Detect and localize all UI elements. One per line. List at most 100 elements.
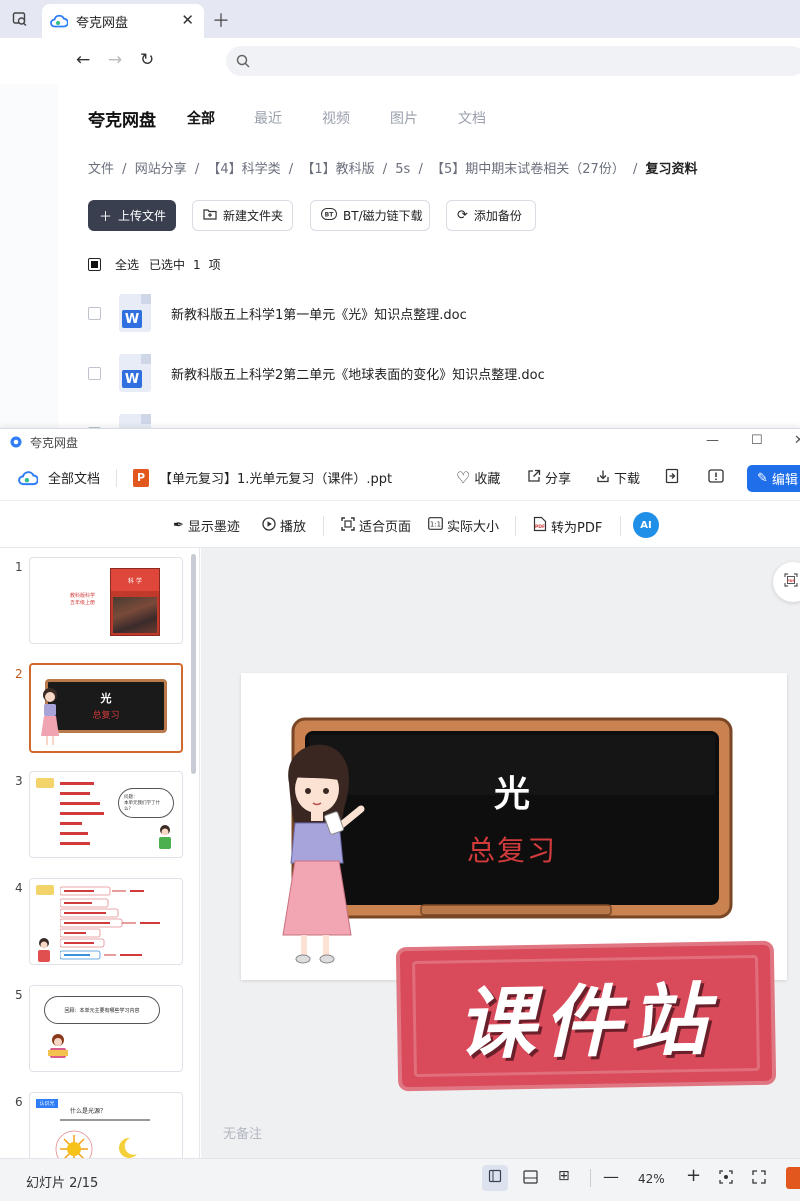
watermark-text: 课件站: [456, 975, 716, 1071]
current-slide: 光 总复习: [241, 673, 787, 980]
maximize-icon[interactable]: ☐: [751, 433, 763, 448]
fullscreen-icon[interactable]: [752, 1170, 766, 1188]
thumbnail-scrollbar[interactable]: [191, 554, 196, 774]
zoom-level[interactable]: 42%: [638, 1172, 665, 1186]
pdf-export-float-button[interactable]: PDF: [773, 562, 800, 602]
file-checkbox[interactable]: [88, 306, 101, 320]
thumb-text-line: [60, 1119, 150, 1121]
new-folder-button[interactable]: 新建文件夹: [192, 200, 293, 231]
breadcrumb-item[interactable]: 【4】科学类: [207, 162, 280, 177]
report-icon[interactable]: [708, 468, 724, 487]
teacher-illustration: [41, 688, 59, 745]
normal-view-button[interactable]: [482, 1165, 508, 1191]
file-checkbox[interactable]: [88, 366, 101, 380]
grid-view-icon[interactable]: ⊞: [558, 1168, 570, 1184]
save-to-drive-icon[interactable]: [665, 468, 679, 488]
slide-thumbnail-4[interactable]: [29, 878, 183, 965]
select-all-label[interactable]: 全选: [115, 256, 139, 273]
close-window-icon[interactable]: ✕: [794, 433, 800, 448]
slide-thumbnail-3[interactable]: 问题： 本单元我们学了什么？: [29, 771, 183, 858]
notes-view-icon[interactable]: [523, 1170, 538, 1188]
teacher-illustration: [282, 744, 365, 964]
viewer-titlebar: 夸克网盘 — ☐ ✕: [0, 429, 800, 455]
convert-pdf-button[interactable]: PDF 转为PDF: [533, 516, 602, 536]
forward-arrow-icon[interactable]: →: [108, 50, 122, 70]
divider: [116, 468, 118, 487]
download-label: 下载: [614, 472, 641, 487]
share-label: 分享: [545, 472, 572, 487]
tab-images[interactable]: 图片: [390, 108, 418, 128]
tab-search-icon[interactable]: [6, 6, 34, 32]
breadcrumb-item[interactable]: 文件: [88, 162, 114, 177]
thumbnail-number: 6: [15, 1095, 23, 1109]
ppt-app-icon[interactable]: [786, 1167, 800, 1189]
share-button[interactable]: 分享: [527, 468, 571, 487]
selected-prefix: 已选中: [149, 258, 186, 272]
bt-download-button[interactable]: BT BT/磁力链下载: [310, 200, 430, 231]
pen-icon: ✎: [757, 471, 768, 486]
actual-size-button[interactable]: 1:1 实际大小: [428, 516, 499, 535]
slide-thumbnail-6[interactable]: 认识光 什么是光源？: [29, 1092, 183, 1158]
breadcrumb-item[interactable]: 网站分享: [135, 162, 187, 177]
download-button[interactable]: 下载: [596, 468, 640, 487]
browser-tab-quark[interactable]: 夸克网盘 ✕: [42, 4, 204, 38]
back-arrow-icon[interactable]: ←: [76, 50, 90, 70]
file-name[interactable]: 新教科版五上科学2第二单元《地球表面的变化》知识点整理.doc: [171, 364, 545, 383]
sync-icon: ⟳: [457, 208, 468, 223]
ppt-file-icon: P: [133, 468, 150, 487]
play-label: 播放: [280, 520, 307, 535]
breadcrumb-item[interactable]: 5s: [395, 162, 410, 177]
file-name[interactable]: 新教科版五上科学1第一单元《光》知识点整理.doc: [171, 304, 467, 323]
tab-all[interactable]: 全部: [187, 108, 215, 128]
zoom-out-icon[interactable]: —: [603, 1167, 619, 1186]
show-ink-button[interactable]: ✒ 显示墨迹: [173, 516, 240, 535]
close-tab-icon[interactable]: ✕: [181, 11, 194, 29]
file-row[interactable]: W 新教科版五上科学2第二单元《地球表面的变化》知识点整理.doc: [88, 348, 545, 398]
all-docs-link[interactable]: 全部文档: [48, 468, 100, 487]
cloud-logo-icon: [18, 470, 38, 486]
slide-thumbnail-5[interactable]: 回顾：本单元主要有哪些学习内容: [29, 985, 183, 1072]
new-tab-icon[interactable]: ＋: [212, 7, 230, 33]
minimize-icon[interactable]: —: [706, 433, 719, 448]
breadcrumb-separator: /: [288, 162, 294, 177]
reading-girl-illustration: [48, 1034, 68, 1058]
tab-docs[interactable]: 文档: [458, 108, 486, 128]
file-row[interactable]: [88, 408, 171, 428]
convert-pdf-label: 转为PDF: [551, 520, 603, 536]
address-bar[interactable]: [226, 46, 800, 76]
brand-title: 夸克网盘: [88, 111, 156, 131]
pdf-export-icon: PDF: [783, 572, 799, 592]
reload-icon[interactable]: ↻: [140, 50, 154, 70]
edit-button[interactable]: ✎ 编辑: [747, 465, 800, 492]
add-backup-button[interactable]: ⟳ 添加备份: [446, 200, 536, 231]
viewer-window-title: 夸克网盘: [30, 435, 79, 450]
breadcrumb-item[interactable]: 【1】教科版: [301, 162, 374, 177]
select-all-checkbox[interactable]: [88, 258, 101, 271]
left-sidebar: [0, 84, 58, 428]
actual-size-icon: 1:1: [428, 517, 443, 534]
file-row[interactable]: W 新教科版五上科学1第一单元《光》知识点整理.doc: [88, 288, 467, 338]
upload-button[interactable]: ＋ 上传文件: [88, 200, 176, 231]
tab-recent[interactable]: 最近: [254, 108, 282, 128]
watermark-stamp: 课件站: [399, 944, 773, 1088]
breadcrumb-separator: /: [194, 162, 200, 177]
slide-thumbnail-2[interactable]: 光 总复习: [29, 663, 183, 753]
sun-icon: [55, 1130, 93, 1158]
ai-assistant-button[interactable]: AI: [633, 512, 659, 538]
fit-window-icon[interactable]: [719, 1170, 733, 1188]
search-icon: [236, 54, 250, 68]
breadcrumb-item[interactable]: 【5】期中期末试卷相关（27份）: [431, 162, 625, 177]
thumbnail-number: 3: [15, 774, 23, 788]
thumb-speech-bubble: 问题： 本单元我们学了什么？: [118, 788, 174, 818]
zoom-in-icon[interactable]: +: [686, 1165, 701, 1186]
fit-page-button[interactable]: 适合页面: [341, 516, 411, 535]
collect-button[interactable]: ♡ 收藏: [456, 468, 500, 487]
slide-thumbnail-1[interactable]: 教科版科学 五年级上册 科 学: [29, 557, 183, 644]
tab-video[interactable]: 视频: [322, 108, 350, 128]
play-button[interactable]: 播放: [262, 516, 306, 535]
fit-page-icon: [341, 516, 355, 535]
heart-icon: ♡: [456, 468, 471, 487]
slide-counter: 幻灯片 2/15: [26, 1176, 99, 1191]
thumb-bubble-line: 本单元我们学了什么？: [124, 801, 160, 812]
tab-title: 夸克网盘: [76, 15, 129, 31]
